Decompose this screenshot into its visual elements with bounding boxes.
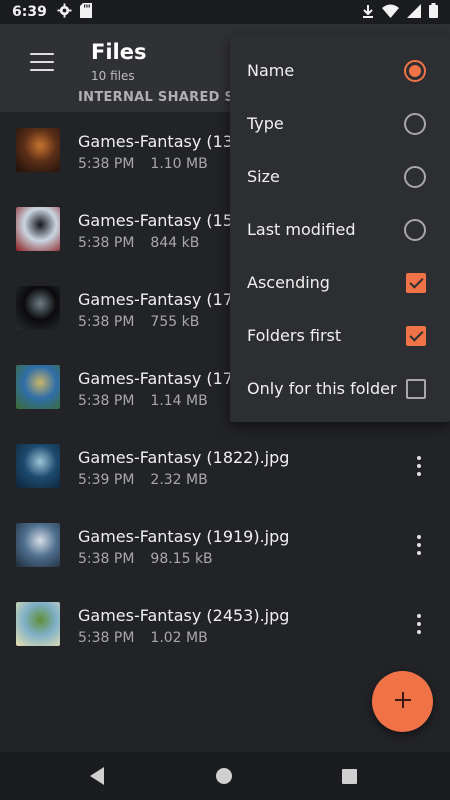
image-thumbnail — [16, 286, 60, 330]
list-item[interactable]: Games-Fantasy (1822).jpg 5:39 PM 2.32 MB — [0, 428, 450, 507]
menu-item-label: Name — [247, 61, 295, 80]
ascending-option[interactable]: Ascending — [230, 256, 450, 309]
file-size: 755 kB — [150, 314, 200, 330]
radio-button[interactable] — [404, 113, 426, 135]
image-thumbnail — [16, 207, 60, 251]
more-options-icon[interactable] — [410, 533, 428, 557]
file-time: 5:38 PM — [78, 314, 135, 330]
sort-by-size-option[interactable]: Size — [230, 150, 450, 203]
home-icon[interactable] — [216, 768, 232, 784]
file-time: 5:38 PM — [78, 393, 135, 409]
sort-by-last-modified-option[interactable]: Last modified — [230, 203, 450, 256]
file-time: 5:38 PM — [78, 235, 135, 251]
file-size: 844 kB — [150, 235, 200, 251]
file-meta: 5:38 PM 1.10 MB — [78, 156, 208, 172]
more-options-icon[interactable] — [410, 454, 428, 478]
file-meta: 5:38 PM 1.14 MB — [78, 393, 208, 409]
radio-button[interactable] — [404, 166, 426, 188]
sort-menu: Name Type Size Last modified Ascending F… — [230, 35, 450, 422]
file-time: 5:39 PM — [78, 472, 135, 488]
list-item[interactable]: Games-Fantasy (2453).jpg 5:38 PM 1.02 MB — [0, 586, 450, 665]
system-nav-bar — [0, 752, 450, 800]
file-name: Games-Fantasy (1822).jpg — [78, 448, 290, 467]
plus-icon — [394, 691, 412, 713]
file-size: 1.10 MB — [150, 156, 208, 172]
image-thumbnail — [16, 128, 60, 172]
file-time: 5:38 PM — [78, 630, 135, 646]
page-title: Files — [91, 40, 147, 64]
download-arrow-icon — [362, 3, 374, 22]
file-meta: 5:38 PM 755 kB — [78, 314, 199, 330]
back-icon[interactable] — [88, 766, 106, 790]
file-time: 5:38 PM — [78, 156, 135, 172]
file-size: 2.32 MB — [150, 472, 208, 488]
menu-item-label: Folders first — [247, 326, 342, 345]
battery-icon — [429, 3, 438, 22]
file-meta: 5:38 PM 1.02 MB — [78, 630, 208, 646]
cell-signal-icon — [407, 3, 421, 22]
menu-item-label: Only for this folder — [247, 379, 397, 398]
file-meta: 5:38 PM 844 kB — [78, 235, 199, 251]
checkbox[interactable] — [406, 379, 426, 399]
checkbox[interactable] — [406, 326, 426, 346]
add-fab-button[interactable] — [372, 671, 433, 732]
file-time: 5:38 PM — [78, 551, 135, 567]
radio-button[interactable] — [404, 60, 426, 82]
sort-by-type-option[interactable]: Type — [230, 97, 450, 150]
checkbox[interactable] — [406, 273, 426, 293]
settings-gear-icon — [57, 2, 72, 22]
list-item[interactable]: Games-Fantasy (1919).jpg 5:38 PM 98.15 kB — [0, 507, 450, 586]
image-thumbnail — [16, 602, 60, 646]
status-time: 6:39 — [12, 4, 47, 20]
file-meta: 5:38 PM 98.15 kB — [78, 551, 213, 567]
file-size: 98.15 kB — [150, 551, 213, 567]
file-name: Games-Fantasy (2453).jpg — [78, 606, 290, 625]
menu-item-label: Type — [247, 114, 284, 133]
wifi-icon — [382, 3, 399, 22]
recent-apps-icon[interactable] — [342, 769, 357, 784]
radio-button[interactable] — [404, 219, 426, 241]
menu-item-label: Ascending — [247, 273, 330, 292]
file-size: 1.02 MB — [150, 630, 208, 646]
folders-first-option[interactable]: Folders first — [230, 309, 450, 362]
sort-by-name-option[interactable]: Name — [230, 44, 450, 97]
more-options-icon[interactable] — [410, 612, 428, 636]
menu-item-label: Last modified — [247, 220, 356, 239]
file-name: Games-Fantasy (1919).jpg — [78, 527, 290, 546]
image-thumbnail — [16, 523, 60, 567]
hamburger-menu-icon[interactable] — [28, 50, 56, 74]
image-thumbnail — [16, 365, 60, 409]
file-count: 10 files — [91, 69, 135, 83]
file-size: 1.14 MB — [150, 393, 208, 409]
status-bar: 6:39 — [0, 0, 450, 24]
menu-item-label: Size — [247, 167, 280, 186]
only-for-this-folder-option[interactable]: Only for this folder — [230, 362, 450, 415]
image-thumbnail — [16, 444, 60, 488]
sd-card-icon — [79, 2, 92, 22]
file-meta: 5:39 PM 2.32 MB — [78, 472, 208, 488]
